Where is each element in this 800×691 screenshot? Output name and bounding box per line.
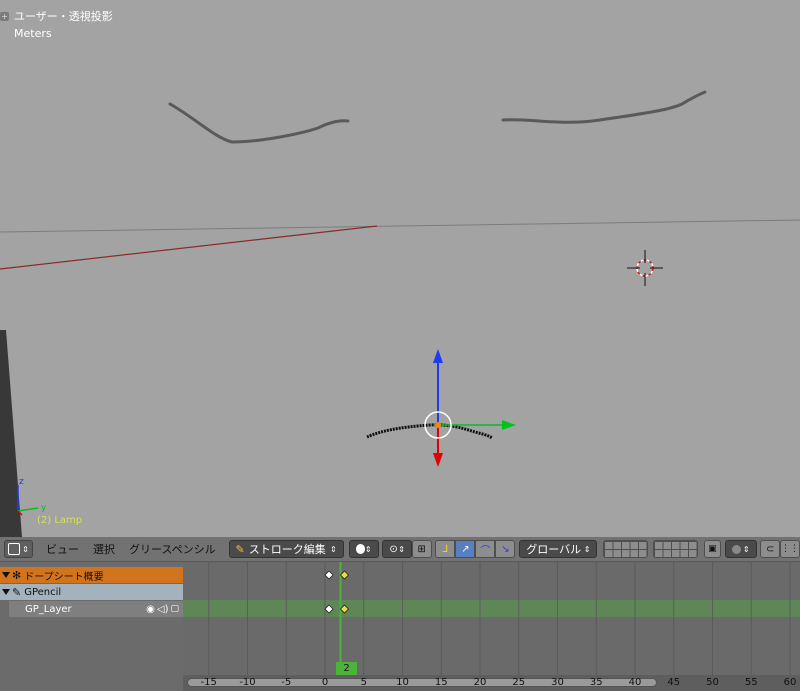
frame-tick-label: 55 (744, 677, 758, 688)
chevron-updown-icon: ⇕ (398, 544, 405, 554)
dopesheet-header: ⇕ ビュー 選択 グリースペンシル ✎ ストローク編集 ⇕ ⇕ ⊙ ⇕ ⊞ ⅃ … (0, 537, 800, 562)
dopesheet-summary-icon: ✻ (12, 568, 22, 582)
channel-summary-label: ドープシート概要 (24, 571, 104, 583)
manipulator-toggle-button[interactable]: ⅃ (435, 540, 456, 558)
dopesheet-icon (8, 543, 21, 555)
view-name: ユーザー・透視投影 (14, 10, 113, 23)
scale-icon: ↘ (501, 543, 510, 555)
frame-tick-label: 45 (667, 677, 681, 688)
magnet-icon: ⊂ (766, 543, 775, 555)
active-layer-row (183, 600, 800, 617)
x-axis-line (0, 225, 378, 270)
frame-tick-label: -15 (200, 677, 217, 688)
layer-buttons-left[interactable] (603, 540, 649, 558)
channel-object-label: GPencil (24, 586, 62, 598)
keyframe-diamond (339, 570, 350, 580)
lock-layers-button[interactable]: ▣ (703, 540, 722, 558)
speaker-icon[interactable]: ◁) (157, 604, 169, 615)
dopesheet-area[interactable] (183, 562, 800, 691)
layer-buttons-right[interactable] (652, 540, 698, 558)
unit-system: Meters (14, 27, 52, 40)
snap-increment-icon: ⋮⋮ (781, 544, 799, 554)
rotate-button[interactable]: ⌒ (475, 540, 496, 558)
frame-tick-label: 15 (434, 677, 448, 688)
sphere-icon (732, 544, 742, 554)
horizon-line (0, 219, 800, 233)
frame-tick-label: 25 (512, 677, 526, 688)
chevron-updown-icon: ⇕ (742, 544, 750, 554)
frame-tick-label: -10 (239, 677, 256, 688)
menu-select[interactable]: 選択 (86, 540, 122, 558)
frame-tick-label: 60 (783, 677, 797, 688)
transform-manipulator (424, 349, 516, 467)
viewport-split-handle[interactable]: + (0, 12, 9, 21)
chevron-updown-icon: ⇕ (583, 544, 591, 554)
menu-view[interactable]: ビュー (39, 540, 86, 558)
left-eyebrow-stroke (168, 102, 350, 144)
orientation-select[interactable]: グローバル ⇕ (519, 540, 598, 558)
axis-gizmo: z y (17, 477, 47, 516)
horizontal-scrollbar[interactable] (187, 678, 657, 687)
chevron-updown-icon: ⇕ (329, 544, 337, 554)
circle-icon (355, 544, 365, 554)
expand-triangle-icon[interactable] (2, 572, 10, 578)
editor-type-button[interactable]: ⇕ (3, 540, 34, 558)
mode-select[interactable]: ✎ ストローク編集 ⇕ (228, 540, 344, 558)
active-object-label: (2) Lamp (37, 515, 83, 526)
3d-cursor (627, 250, 663, 286)
channel-layer[interactable]: GP_Layer ◉ ◁) ▢ (9, 601, 183, 617)
3d-viewport[interactable]: z y + ユーザー・透視投影 Meters (2) Lamp (0, 0, 800, 537)
svg-text:y: y (41, 503, 47, 513)
frame-tick-label: 0 (321, 677, 329, 688)
mouth-stroke (366, 423, 493, 440)
orientation-label: グローバル (526, 543, 582, 556)
rotate-icon: ⌒ (480, 545, 491, 557)
channel-region: ✻ ドープシート概要 ✎ GPencil GP_Layer ◉ ◁) ▢ (0, 562, 183, 691)
pivot-icon: ⊙ (389, 543, 398, 555)
lock-icon[interactable]: ▢ (170, 604, 179, 614)
keyframe-diamond (324, 570, 334, 580)
frame-tick-label: 5 (360, 677, 367, 688)
pencil-icon: ✎ (235, 542, 245, 556)
frame-tick-label: 35 (589, 677, 603, 688)
only-origins-button[interactable]: ⊞ (411, 540, 432, 558)
frame-ruler[interactable]: -15 -10 -5 0 5 10 15 20 25 30 35 40 45 50 55 60 (183, 675, 800, 691)
frame-tick-label: 40 (628, 677, 642, 688)
chevron-updown-icon: ⇕ (364, 544, 372, 554)
viewport-scene: z y (0, 90, 800, 537)
dopesheet-grid (183, 562, 800, 691)
shading-select[interactable]: ⇕ (725, 540, 757, 558)
arrow-icon: ↗ (461, 543, 470, 555)
mode-label: ストローク編集 (248, 543, 326, 556)
axes-icon: ⅃ (442, 543, 449, 555)
frame-tick-label: 50 (706, 677, 719, 688)
lock-icon: ▣ (708, 544, 717, 554)
frame-tick-label: 10 (396, 677, 409, 688)
snap-button[interactable]: ⊂ (760, 540, 780, 558)
channel-layer-label: GP_Layer (25, 603, 72, 615)
scale-button[interactable]: ↘ (495, 540, 516, 558)
expand-triangle-icon[interactable] (2, 589, 10, 595)
eye-icon[interactable]: ◉ (146, 604, 155, 615)
manipulator-toggle-group: ⅃ ↗ ⌒ ↘ (435, 540, 516, 558)
chevron-updown-icon: ⇕ (22, 544, 29, 554)
menu-grease-pencil[interactable]: グリースペンシル (122, 540, 223, 558)
origin-grid-icon: ⊞ (417, 543, 426, 555)
svg-text:z: z (19, 477, 24, 487)
pivot-point-button[interactable]: ⊙ ⇕ (382, 540, 412, 558)
channel-summary[interactable]: ✻ ドープシート概要 (0, 567, 183, 583)
snap-element-button[interactable]: ⋮⋮ (780, 540, 800, 558)
frame-tick-label: 20 (473, 677, 487, 688)
frame-tick-label: 30 (551, 677, 564, 688)
translate-button[interactable]: ↗ (455, 540, 476, 558)
current-frame-badge[interactable]: 2 (336, 662, 357, 676)
frame-tick-label: -5 (281, 677, 292, 688)
proportional-edit-button[interactable]: ⇕ (348, 540, 379, 558)
right-eyebrow-stroke (501, 90, 707, 124)
grease-pencil-icon: ✎ (12, 585, 22, 599)
channel-object[interactable]: ✎ GPencil (0, 584, 183, 600)
